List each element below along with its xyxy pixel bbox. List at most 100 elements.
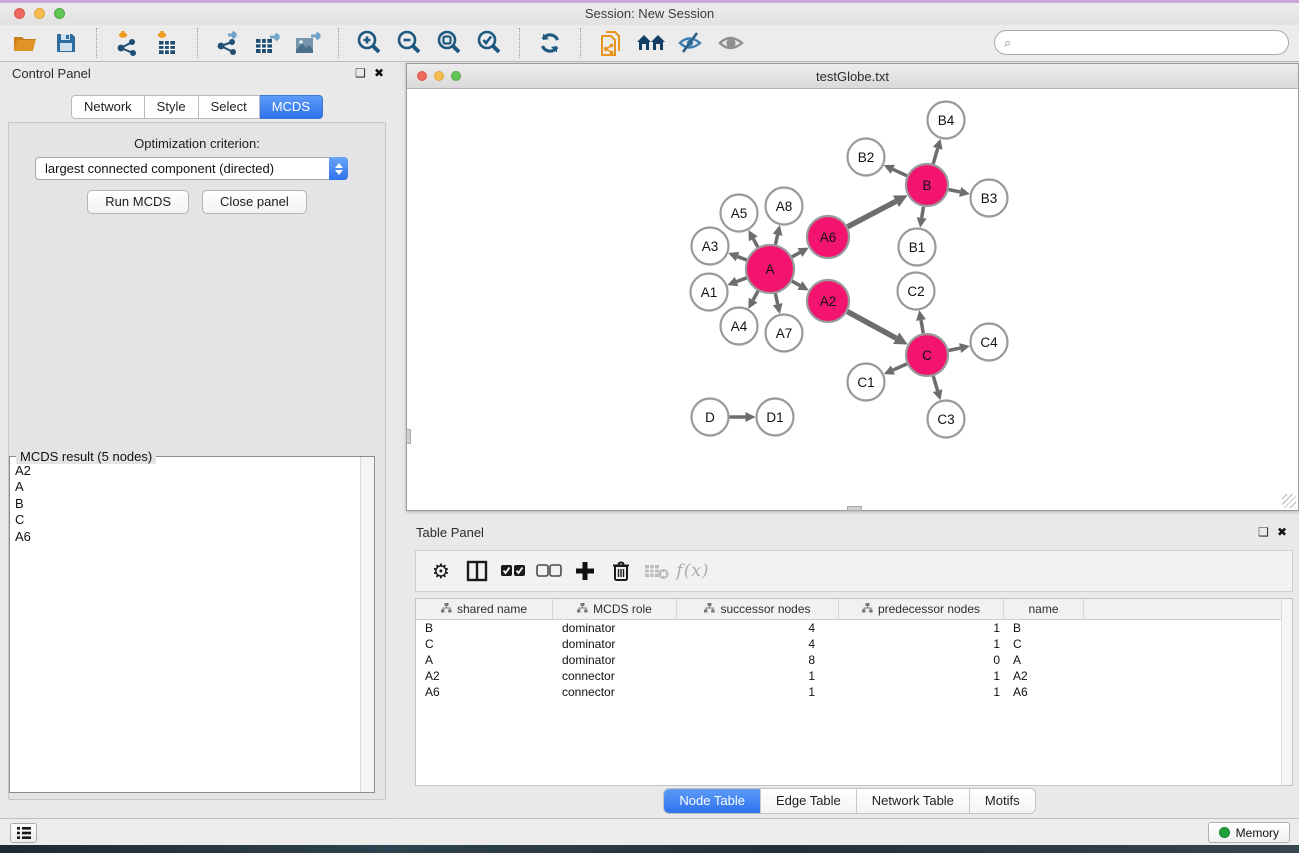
zoom-fit-icon[interactable]: [429, 27, 469, 59]
close-table-panel-icon[interactable]: ✖: [1277, 525, 1287, 539]
export-network-icon[interactable]: [208, 27, 248, 59]
deselect-all-icon[interactable]: [534, 556, 564, 586]
graph-edge[interactable]: [933, 376, 937, 391]
open-file-icon[interactable]: [6, 27, 46, 59]
column-header-shared-name[interactable]: shared name: [416, 599, 553, 619]
node-table: shared nameMCDS rolesuccessor nodesprede…: [415, 598, 1293, 786]
graph-edge[interactable]: [738, 257, 747, 260]
refresh-icon[interactable]: [530, 27, 570, 59]
hierarchy-icon: [704, 602, 715, 616]
tab-node-table[interactable]: Node Table: [664, 789, 761, 813]
tab-motifs[interactable]: Motifs: [970, 789, 1035, 813]
table-cell: 1: [677, 668, 839, 684]
task-history-button[interactable]: [10, 823, 37, 843]
edge-arrowhead-icon: [933, 389, 943, 400]
table-cell: dominator: [553, 636, 677, 652]
result-list-item[interactable]: B: [15, 496, 359, 512]
column-header-MCDS-role[interactable]: MCDS role: [553, 599, 677, 619]
memory-status-icon: [1219, 827, 1230, 838]
home-layout-icon[interactable]: [631, 27, 671, 59]
graph-edge[interactable]: [922, 207, 924, 218]
graph-edge[interactable]: [949, 190, 961, 192]
tab-network-table[interactable]: Network Table: [857, 789, 970, 813]
resize-grip-icon[interactable]: [1282, 494, 1296, 508]
tab-select[interactable]: Select: [199, 95, 260, 119]
graph-node-label: B3: [981, 191, 998, 206]
mcds-result-list[interactable]: A2ABCA6: [11, 458, 359, 791]
zoom-out-icon[interactable]: [389, 27, 429, 59]
bottom-splitter-handle[interactable]: [847, 506, 862, 511]
table-row[interactable]: Adominator80A: [416, 652, 1292, 668]
search-input[interactable]: [1011, 36, 1288, 50]
hide-graphics-details-icon[interactable]: [671, 27, 711, 59]
table-scrollbar[interactable]: [1281, 599, 1292, 785]
column-header-successor-nodes[interactable]: successor nodes: [677, 599, 839, 619]
graph-edge[interactable]: [775, 235, 777, 245]
tab-style[interactable]: Style: [145, 95, 199, 119]
float-panel-icon[interactable]: ❑: [355, 66, 366, 80]
left-splitter-handle[interactable]: [406, 429, 411, 444]
tab-network[interactable]: Network: [71, 95, 145, 119]
graph-edge[interactable]: [847, 201, 896, 226]
new-network-from-selection-icon[interactable]: [591, 27, 631, 59]
show-hide-eye-icon[interactable]: [711, 27, 751, 59]
delete-column-trash-icon[interactable]: [606, 556, 636, 586]
close-panel-icon[interactable]: ✖: [374, 66, 384, 80]
control-panel: Control Panel ❑ ✖ NetworkStyleSelectMCDS…: [0, 62, 394, 818]
table-row[interactable]: Cdominator41C: [416, 636, 1292, 652]
graph-edge[interactable]: [792, 281, 800, 285]
result-list-item[interactable]: C: [15, 512, 359, 528]
graph-node-label: C3: [937, 412, 954, 427]
add-column-icon[interactable]: [570, 556, 600, 586]
select-all-icon[interactable]: [498, 556, 528, 586]
search-box[interactable]: ⌕: [994, 30, 1289, 55]
table-row[interactable]: A2connector11A2: [416, 668, 1292, 684]
result-list-item[interactable]: A: [15, 479, 359, 495]
titlebar[interactable]: Session: New Session: [0, 3, 1299, 25]
table-header-row[interactable]: shared nameMCDS rolesuccessor nodesprede…: [416, 599, 1292, 620]
export-image-icon[interactable]: [288, 27, 328, 59]
column-header-name[interactable]: name: [1004, 599, 1084, 619]
application-window: Session: New Session: [0, 0, 1299, 853]
tab-mcds[interactable]: MCDS: [260, 95, 323, 119]
graph-edge[interactable]: [775, 293, 777, 304]
network-graph[interactable]: B4B2BB3A5A8A6A3B1AC2A1A2A4A7C4CC1C3DD1: [407, 89, 1298, 510]
result-list-item[interactable]: A6: [15, 529, 359, 545]
show-columns-icon[interactable]: [462, 556, 492, 586]
import-network-icon[interactable]: [107, 27, 147, 59]
float-table-panel-icon[interactable]: ❑: [1258, 525, 1269, 539]
run-mcds-button[interactable]: Run MCDS: [87, 190, 189, 214]
graph-edge[interactable]: [933, 148, 938, 164]
graph-edge[interactable]: [847, 312, 896, 339]
graph-edge[interactable]: [893, 169, 907, 176]
memory-button[interactable]: Memory: [1208, 822, 1290, 843]
table-settings-gear-icon[interactable]: ⚙: [426, 556, 456, 586]
criterion-select[interactable]: largest connected component (directed): [35, 157, 348, 180]
import-table-icon[interactable]: [147, 27, 187, 59]
network-canvas[interactable]: B4B2BB3A5A8A6A3B1AC2A1A2A4A7C4CC1C3DD1: [407, 89, 1298, 510]
save-session-icon[interactable]: [46, 27, 86, 59]
table-row[interactable]: A6connector11A6: [416, 684, 1292, 700]
toolbar-separator: [519, 28, 520, 58]
graph-edge[interactable]: [792, 252, 800, 256]
graph-edge[interactable]: [753, 239, 758, 247]
edge-arrowhead-icon: [959, 343, 970, 353]
graph-edge[interactable]: [921, 320, 923, 333]
table-cell: 8: [677, 652, 839, 668]
table-cell: dominator: [553, 652, 677, 668]
result-scrollbar[interactable]: [360, 457, 374, 792]
zoom-selected-icon[interactable]: [469, 27, 509, 59]
close-panel-button[interactable]: Close panel: [202, 190, 307, 214]
export-table-icon[interactable]: [248, 27, 288, 59]
result-list-item[interactable]: A2: [15, 463, 359, 479]
table-row[interactable]: Bdominator41B: [416, 620, 1292, 636]
column-header-empty[interactable]: [1084, 599, 1292, 619]
tab-edge-table[interactable]: Edge Table: [761, 789, 857, 813]
graph-edge[interactable]: [949, 348, 961, 350]
network-window-titlebar[interactable]: testGlobe.txt: [407, 64, 1298, 89]
graph-edge[interactable]: [893, 364, 907, 370]
zoom-in-icon[interactable]: [349, 27, 389, 59]
graph-edge[interactable]: [737, 278, 747, 282]
column-header-predecessor-nodes[interactable]: predecessor nodes: [839, 599, 1004, 619]
graph-edge[interactable]: [753, 291, 758, 300]
